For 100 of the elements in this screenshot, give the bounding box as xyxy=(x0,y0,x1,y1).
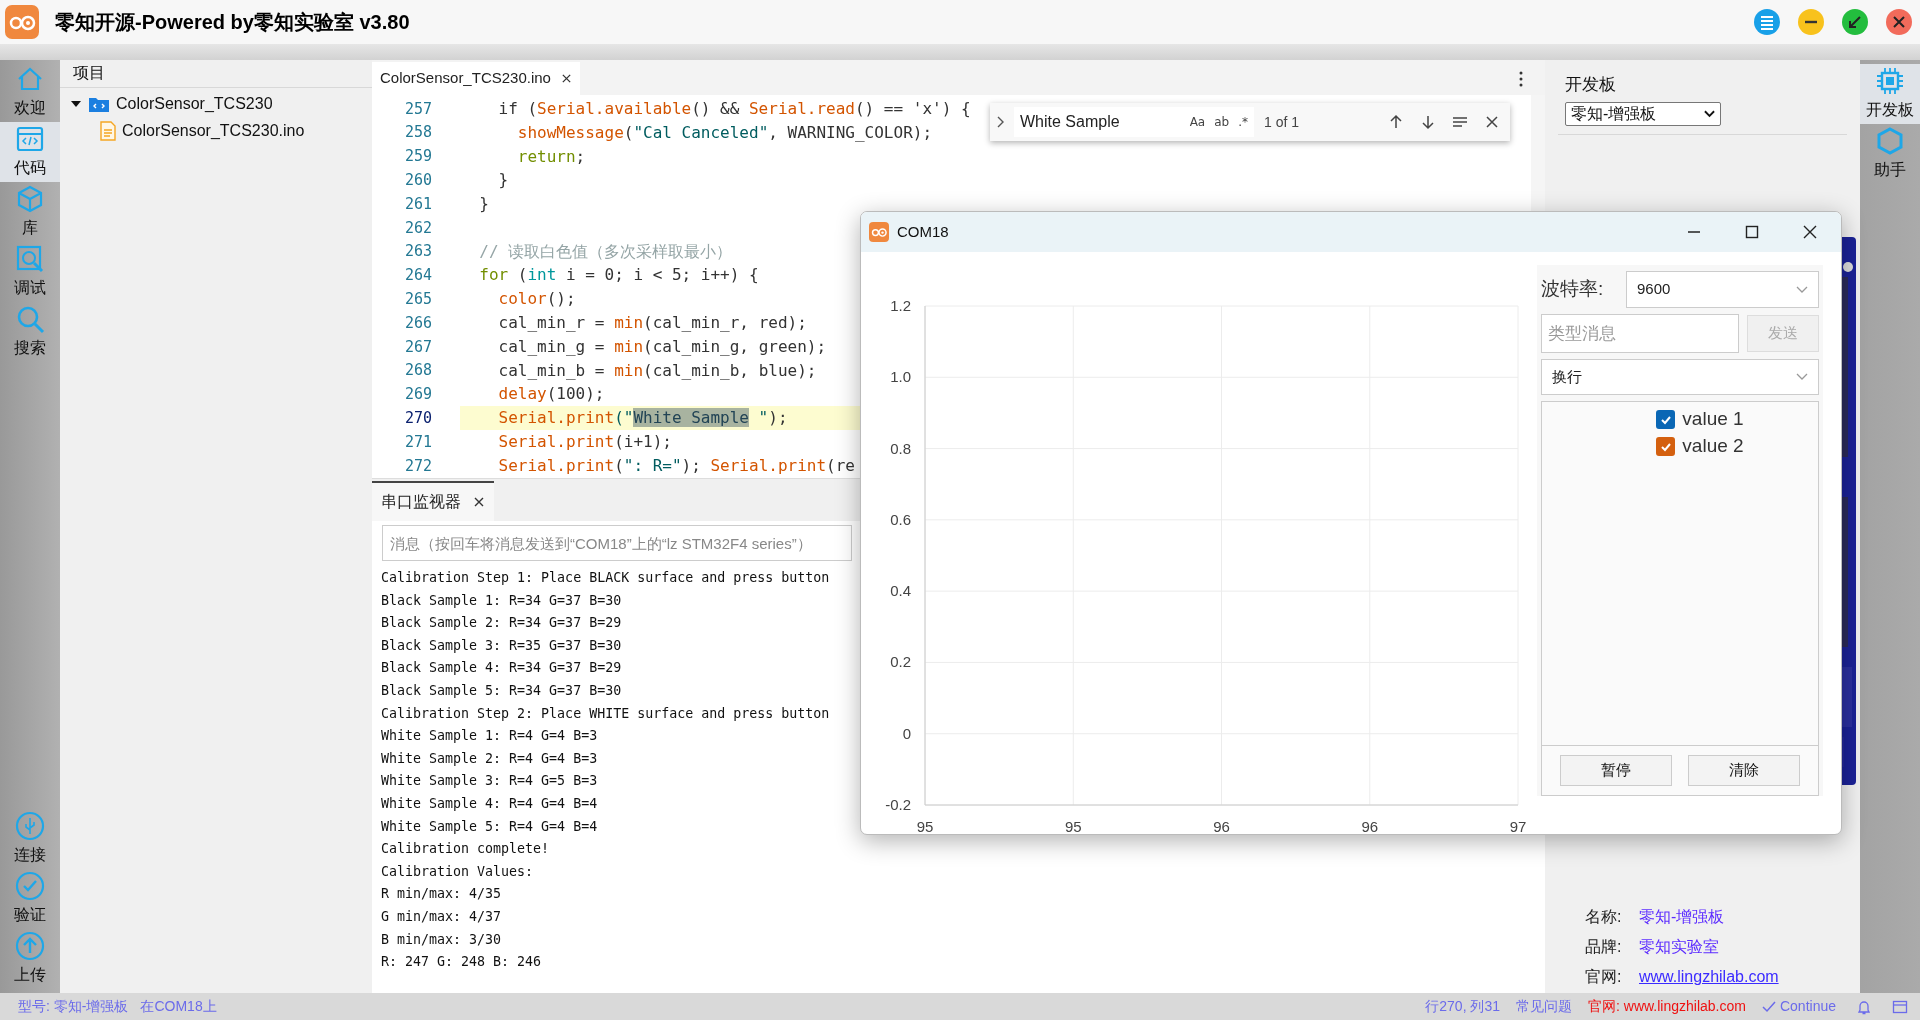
info-label: 官网: xyxy=(1585,967,1623,987)
line-number: 263 xyxy=(403,241,432,263)
code-window-icon xyxy=(15,124,45,154)
line-number: 265 xyxy=(403,289,432,310)
legend-item[interactable]: value 2 xyxy=(1616,433,1744,460)
file-icon xyxy=(100,120,116,141)
code-line: cal_min_b = min(cal_min_b, blue); xyxy=(497,359,817,382)
sidebar-item[interactable]: 搜索 xyxy=(0,302,60,362)
output-line: R min/max: 4/35 xyxy=(381,885,502,904)
maximize-icon[interactable] xyxy=(1745,225,1759,239)
tab-label: 串口监视器 xyxy=(381,492,461,512)
previous-match-icon[interactable] xyxy=(1388,114,1404,130)
dropdown-caret-icon xyxy=(1704,109,1715,118)
minimize-icon[interactable] xyxy=(1797,8,1825,36)
editor-tab[interactable]: ColorSensor_TCS230.ino xyxy=(372,62,580,95)
action-button[interactable]: 暂停 xyxy=(1560,755,1672,786)
app-logo-icon xyxy=(5,5,39,39)
series-checkbox[interactable] xyxy=(1656,437,1676,456)
code-line: // 读取白色值（多次采样取最小） xyxy=(478,240,733,263)
close-icon[interactable] xyxy=(473,496,485,508)
next-match-icon[interactable] xyxy=(1420,114,1436,130)
sidebar-item[interactable]: 上传 xyxy=(0,929,60,989)
code-line: Serial.print("White Sample "); xyxy=(497,407,788,430)
usb-icon xyxy=(15,811,45,841)
find-option-toggle[interactable]: ab xyxy=(1214,113,1230,131)
find-in-selection-icon[interactable] xyxy=(1452,114,1468,130)
sidebar-item[interactable]: 库 xyxy=(0,182,60,242)
line-number: 264 xyxy=(403,265,432,287)
serial-monitor-tab[interactable]: 串口监视器 xyxy=(372,481,494,521)
message-input[interactable]: 类型消息 xyxy=(1541,314,1739,353)
output-line: R: 247 G: 248 B: 246 xyxy=(381,953,542,972)
action-button[interactable]: 清除 xyxy=(1688,755,1800,786)
line-number: 258 xyxy=(403,122,432,144)
find-option-toggle[interactable]: Aa xyxy=(1189,113,1206,131)
sidebar-item[interactable]: 验证 xyxy=(0,869,60,929)
output-line: White Sample 4: R=4 G=4 B=4 xyxy=(381,794,598,813)
baud-rate-select[interactable]: 9600 xyxy=(1626,271,1819,308)
output-line: Calibration Values: xyxy=(381,862,534,881)
legend-item[interactable]: value 1 xyxy=(1616,406,1744,433)
code-line: Serial.print(i+1); xyxy=(497,431,672,454)
code-line: for (int i = 0; i < 5; i++) { xyxy=(478,264,759,287)
code-line: color(); xyxy=(497,288,576,311)
find-input[interactable]: White Sample Aa ab .* xyxy=(1014,107,1254,137)
close-icon[interactable] xyxy=(560,73,572,84)
line-number: 259 xyxy=(403,146,432,168)
message-input[interactable]: 消息（按回车将消息发送到“COM18”上的“lz STM32F4 series”） xyxy=(382,525,852,561)
x-tick-label: 95 xyxy=(916,818,934,834)
y-tick-label: 1.0 xyxy=(890,368,911,386)
code-line: } xyxy=(497,169,509,192)
line-number: 266 xyxy=(403,312,432,334)
x-tick-label: 97 xyxy=(1509,818,1527,834)
y-tick-label: 1.2 xyxy=(890,297,911,314)
hexagon-icon xyxy=(1875,126,1905,156)
sidebar-item[interactable]: 代码 xyxy=(0,122,60,182)
line-ending-select[interactable]: 换行 xyxy=(1541,359,1819,395)
x-tick-label: 96 xyxy=(1213,818,1230,834)
y-tick-label: 0.6 xyxy=(890,510,911,528)
line-number: 267 xyxy=(403,336,432,358)
output-line: G min/max: 4/37 xyxy=(381,907,502,926)
more-options-icon[interactable] xyxy=(1519,71,1523,87)
output-line: Calibration complete! xyxy=(381,840,550,859)
info-label: 名称: xyxy=(1585,907,1623,927)
tree-item[interactable]: ColorSensor_TCS230 xyxy=(60,90,372,117)
line-number: 269 xyxy=(403,384,432,406)
code-line: showMessage("Cal Canceled", WARNING_COLOR); xyxy=(516,121,933,144)
output-line: White Sample 2: R=4 G=4 B=3 xyxy=(381,749,598,768)
code-line: return; xyxy=(516,145,586,168)
tree-item[interactable]: ColorSensor_TCS230.ino xyxy=(60,117,372,144)
layout-icon[interactable] xyxy=(1892,998,1908,1015)
close-icon[interactable] xyxy=(1885,8,1913,36)
line-number: 257 xyxy=(403,98,432,120)
sidebar-item[interactable]: 连接 xyxy=(0,809,60,869)
x-tick-label: 95 xyxy=(1064,818,1082,834)
line-number: 272 xyxy=(403,455,432,477)
line-number: 260 xyxy=(403,170,432,192)
y-tick-label: 0.2 xyxy=(890,653,911,671)
code-line: delay(100); xyxy=(497,383,605,406)
series-checkbox[interactable] xyxy=(1656,410,1676,429)
maximize-icon[interactable] xyxy=(1841,8,1869,36)
expand-chevron-icon[interactable] xyxy=(996,115,1006,129)
line-number: 271 xyxy=(403,431,432,453)
panel-title: 开发板 xyxy=(1565,74,1617,96)
board-select[interactable]: 零知-增强板 xyxy=(1565,101,1721,126)
sidebar-item[interactable]: 调试 xyxy=(0,242,60,302)
code-line: if (Serial.available() && Serial.read() == 'x') { xyxy=(497,97,971,120)
window-title: 零知开源-Powered by零知实验室 v3.80 xyxy=(55,10,410,35)
menu-icon[interactable] xyxy=(1753,8,1781,36)
website-link[interactable]: www.lingzhilab.com xyxy=(1639,965,1820,989)
sidebar-item[interactable]: 开发板 xyxy=(1860,64,1920,124)
line-number: 262 xyxy=(403,217,432,239)
sidebar-item[interactable]: 助手 xyxy=(1860,124,1920,184)
window-title: COM18 xyxy=(897,221,949,242)
bell-icon[interactable] xyxy=(1856,998,1872,1015)
line-number: 270 xyxy=(403,408,432,429)
close-icon[interactable] xyxy=(1803,225,1817,239)
sidebar-item[interactable]: 欢迎 xyxy=(0,62,60,122)
chip-icon xyxy=(1875,66,1905,96)
close-icon[interactable] xyxy=(1484,114,1500,130)
find-option-toggle[interactable]: .* xyxy=(1238,113,1248,131)
find-text: White Sample xyxy=(1020,112,1121,132)
